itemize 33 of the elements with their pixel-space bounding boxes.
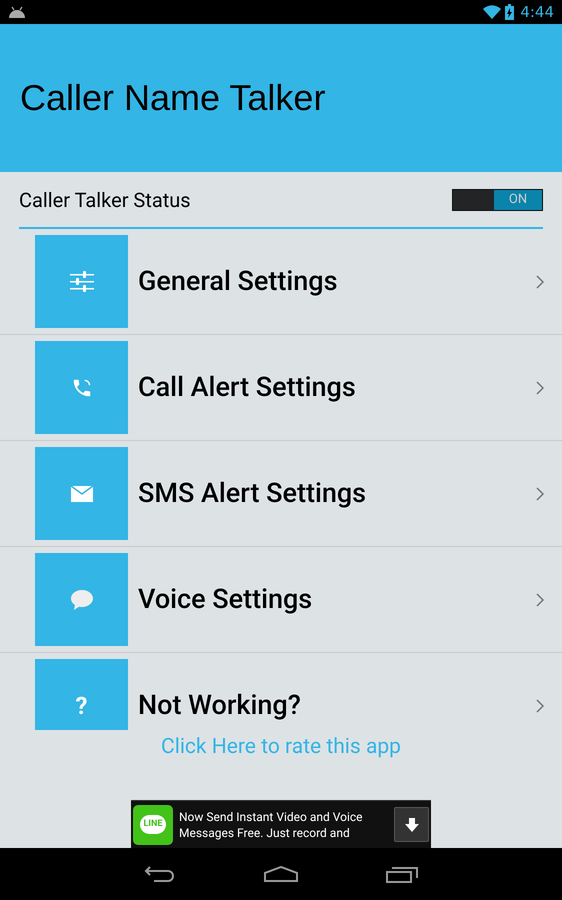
menu-item[interactable]: General Settings [0, 229, 562, 335]
ad-text: Now Send Instant Video and Voice Messages Free. Just record and [179, 808, 364, 840]
menu-label: Call Alert Settings [138, 370, 356, 406]
sliders-icon [68, 270, 94, 294]
clock-time: 4:44 [520, 2, 554, 23]
menu-item[interactable]: Voice Settings [0, 547, 562, 653]
menu-item[interactable]: Call Alert Settings [0, 335, 562, 441]
android-icon [8, 6, 26, 18]
chevron-right-icon [536, 380, 544, 394]
envelope-icon [70, 486, 92, 502]
menu-item[interactable]: SMS Alert Settings [0, 441, 562, 547]
menu-label: Not Working? [138, 688, 301, 724]
menu-label: General Settings [138, 264, 338, 300]
app-title: Caller Name Talker [20, 76, 326, 120]
wifi-icon [483, 5, 502, 19]
back-icon[interactable] [144, 865, 176, 883]
speech-bubble-icon [70, 588, 94, 610]
status-label: Caller Talker Status [19, 186, 192, 214]
home-icon[interactable] [264, 866, 298, 882]
recent-apps-icon[interactable] [386, 865, 418, 883]
menu-label: Voice Settings [138, 582, 312, 618]
chevron-right-icon [536, 486, 544, 500]
question-mark-icon: ? [76, 694, 88, 718]
line-logo: LINE [133, 804, 173, 844]
download-button[interactable] [394, 807, 429, 842]
download-arrow-icon [404, 818, 418, 832]
chevron-right-icon [536, 698, 544, 712]
battery-icon [505, 4, 514, 20]
chevron-right-icon [536, 274, 544, 288]
menu-label: SMS Alert Settings [138, 476, 366, 512]
menu-item[interactable]: ? Not Working? [0, 653, 562, 730]
chevron-right-icon [536, 592, 544, 606]
ad-banner[interactable]: LINE Now Send Instant Video and Voice Messages Free. Just record and [131, 800, 431, 848]
